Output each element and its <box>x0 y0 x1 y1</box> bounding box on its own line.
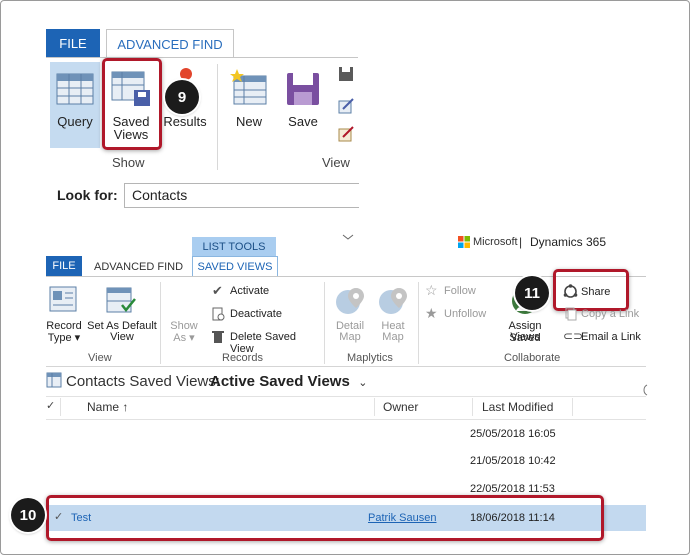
maplytics-group-label: Maplytics <box>347 352 393 364</box>
checkmark-icon: ✔ <box>212 283 223 298</box>
tab-file[interactable]: FILE <box>46 29 100 57</box>
show-group-label: Show <box>112 155 145 170</box>
grid-header-row <box>46 396 646 420</box>
view-group-label: View <box>322 155 350 170</box>
table-row[interactable]: 21/05/2018 10:42 <box>46 449 646 473</box>
group-divider <box>418 282 419 364</box>
new-button[interactable]: New <box>226 62 272 148</box>
heat-map-button[interactable]: Heat Map <box>373 284 413 344</box>
follow-label: Follow <box>444 285 476 297</box>
set-default-view-icon <box>106 287 136 313</box>
tab-file-2[interactable]: FILE <box>46 256 82 276</box>
chevron-down-icon <box>342 234 354 240</box>
edit-icon[interactable] <box>338 98 354 114</box>
look-for-select[interactable]: Contacts <box>124 183 359 208</box>
saved-views-highlight <box>102 58 162 150</box>
record-type-button[interactable]: Record Type ▾ <box>46 284 82 344</box>
activate-label: Activate <box>230 285 270 297</box>
save-icon <box>287 73 319 105</box>
group-divider <box>217 64 218 170</box>
trash-icon <box>212 331 224 343</box>
copy-link-label: Copy a Link <box>581 308 640 320</box>
star-outline-icon: ☆ <box>425 282 438 298</box>
heat-map-icon <box>379 288 407 314</box>
record-type-icon <box>49 286 77 312</box>
brand-microsoft: Microsoft <box>473 236 518 248</box>
look-for-value: Contacts <box>132 187 188 203</box>
scroll-handle-icon <box>643 384 648 396</box>
brand-product: Dynamics 365 <box>530 235 607 249</box>
email-link-label: Email a Link <box>581 331 641 343</box>
col-divider <box>572 398 573 416</box>
col-header-last-modified[interactable]: Last Modified <box>482 400 553 414</box>
query-icon <box>56 73 94 105</box>
chevron-down-icon: ⌄ <box>358 377 368 389</box>
view-header-prefix: Contacts Saved Views: <box>66 373 220 390</box>
col-header-owner[interactable]: Owner <box>383 400 418 414</box>
follow-button[interactable]: ☆ Follow <box>425 282 495 300</box>
new-label: New <box>235 114 262 129</box>
brand-separator: | <box>519 235 523 249</box>
activate-button[interactable]: ✔ Activate <box>210 283 320 300</box>
results-label: Results <box>163 114 207 129</box>
table-row[interactable]: 25/05/2018 16:05 <box>46 422 646 446</box>
row-last-modified: 22/05/2018 11:53 <box>470 483 555 495</box>
step-badge-9: 9 <box>165 80 199 114</box>
detail-map-label-2: Map <box>339 331 361 343</box>
unfollow-button[interactable]: ★ Unfollow <box>425 305 495 323</box>
share-highlight <box>553 269 629 311</box>
list-tools-header: LIST TOOLS <box>192 237 276 256</box>
view-selector[interactable]: Active Saved Views ⌄ <box>210 373 367 391</box>
save-small-icon[interactable] <box>338 66 354 82</box>
col-divider <box>60 398 61 416</box>
star-icon: ★ <box>425 305 438 321</box>
look-for-label: Look for: <box>57 187 118 203</box>
row-last-modified: 21/05/2018 10:42 <box>470 455 556 467</box>
unfollow-label: Unfollow <box>444 308 487 320</box>
row-last-modified: 25/05/2018 16:05 <box>470 428 556 440</box>
view-icon <box>46 372 62 388</box>
selected-view-label: Active Saved Views <box>210 373 350 390</box>
set-default-label-2: View <box>110 331 134 343</box>
col-divider <box>374 398 375 416</box>
show-as-label-2: As ▾ <box>173 332 195 344</box>
step-badge-11: 11 <box>515 276 549 310</box>
record-type-label-2: Type ▾ <box>47 332 81 344</box>
tab-saved-views[interactable]: SAVED VIEWS <box>192 256 278 277</box>
detail-map-icon <box>336 288 364 314</box>
records-group-label: Records <box>222 352 263 364</box>
query-label: Query <box>57 114 93 129</box>
query-button[interactable]: Query <box>50 62 100 148</box>
tab-advanced-find[interactable]: ADVANCED FIND <box>106 29 234 59</box>
new-view-icon <box>230 69 267 105</box>
copy-link-button[interactable]: Copy a Link <box>563 307 643 323</box>
ribbon-2-bottom <box>46 366 646 367</box>
tab-advanced-find-2[interactable]: ADVANCED FIND <box>94 261 183 273</box>
collaborate-group-label: Collaborate <box>504 352 561 364</box>
edit-columns-icon[interactable] <box>338 126 354 142</box>
col-header-name[interactable]: Name ↑ <box>87 400 128 414</box>
deactivate-button[interactable]: Deactivate <box>210 307 320 323</box>
set-default-view-button[interactable]: Set As Default View <box>86 284 158 344</box>
save-button[interactable]: Save <box>280 62 326 148</box>
row-highlight <box>46 495 604 541</box>
select-all-checkbox[interactable]: ✓ <box>46 399 55 412</box>
microsoft-logo-icon <box>458 236 470 248</box>
assign-label-2: Views <box>510 331 540 343</box>
show-as-button[interactable]: Show As ▾ <box>166 318 202 346</box>
group-divider <box>324 282 325 364</box>
heat-map-label-2: Map <box>382 331 404 343</box>
results-icon <box>180 68 192 80</box>
copy-link-icon <box>565 307 577 321</box>
delete-saved-view-button[interactable]: Delete Saved View <box>210 330 322 355</box>
col-divider <box>472 398 473 416</box>
detail-map-button[interactable]: Detail Map <box>330 284 370 344</box>
deactivate-label: Deactivate <box>230 308 282 320</box>
step-badge-10: 10 <box>11 498 45 532</box>
view-group-label-2: View <box>88 352 112 364</box>
group-divider <box>160 282 161 364</box>
deactivate-icon <box>212 307 225 321</box>
email-link-button[interactable]: ⊂⊃ Email a Link <box>563 329 643 346</box>
save-label: Save <box>288 114 318 129</box>
